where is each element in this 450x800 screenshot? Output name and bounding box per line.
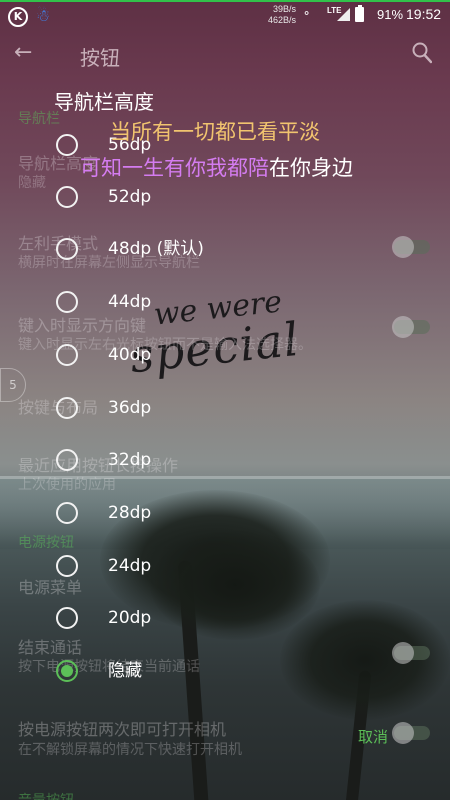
option-label: 24dp [108,556,152,576]
radio-button-selected[interactable] [56,660,78,682]
radio-button[interactable] [56,555,78,577]
option-hidden[interactable]: 隐藏 [56,660,316,700]
option-label: 44dp [108,292,152,312]
option-36dp[interactable]: 36dp [56,397,316,437]
option-52dp[interactable]: 52dp [56,186,316,226]
lyric-line-1: 当所有一切都已看平淡 [110,120,320,144]
option-label: 20dp [108,608,152,628]
option-label: 40dp [108,345,152,365]
radio-button[interactable] [56,134,78,156]
radio-button[interactable] [56,344,78,366]
option-20dp[interactable]: 20dp [56,607,316,647]
radio-button[interactable] [56,238,78,260]
option-label: 48dp (默认) [108,239,204,259]
dialog-title: 导航栏高度 [54,90,154,114]
option-label: 32dp [108,450,152,470]
radio-button[interactable] [56,291,78,313]
lyric-line-2-sung: 可知一生有你我都陪 [80,156,269,180]
cancel-button[interactable]: 取消 [358,726,388,747]
option-40dp[interactable]: 40dp [56,344,316,384]
option-label: 隐藏 [108,661,142,681]
radio-button[interactable] [56,607,78,629]
radio-button[interactable] [56,502,78,524]
option-32dp[interactable]: 32dp [56,449,316,489]
lyric-line-2-rest: 在你身边 [269,156,353,180]
option-24dp[interactable]: 24dp [56,555,316,595]
option-28dp[interactable]: 28dp [56,502,316,542]
option-label: 36dp [108,398,152,418]
option-44dp[interactable]: 44dp [56,291,316,331]
option-48dp[interactable]: 48dp (默认) [56,238,316,278]
option-label: 52dp [108,187,152,207]
option-label: 28dp [108,503,152,523]
radio-button[interactable] [56,449,78,471]
radio-button[interactable] [56,397,78,419]
lyric-line-2: 可知一生有你我都陪在你身边 [80,152,353,182]
radio-button[interactable] [56,186,78,208]
